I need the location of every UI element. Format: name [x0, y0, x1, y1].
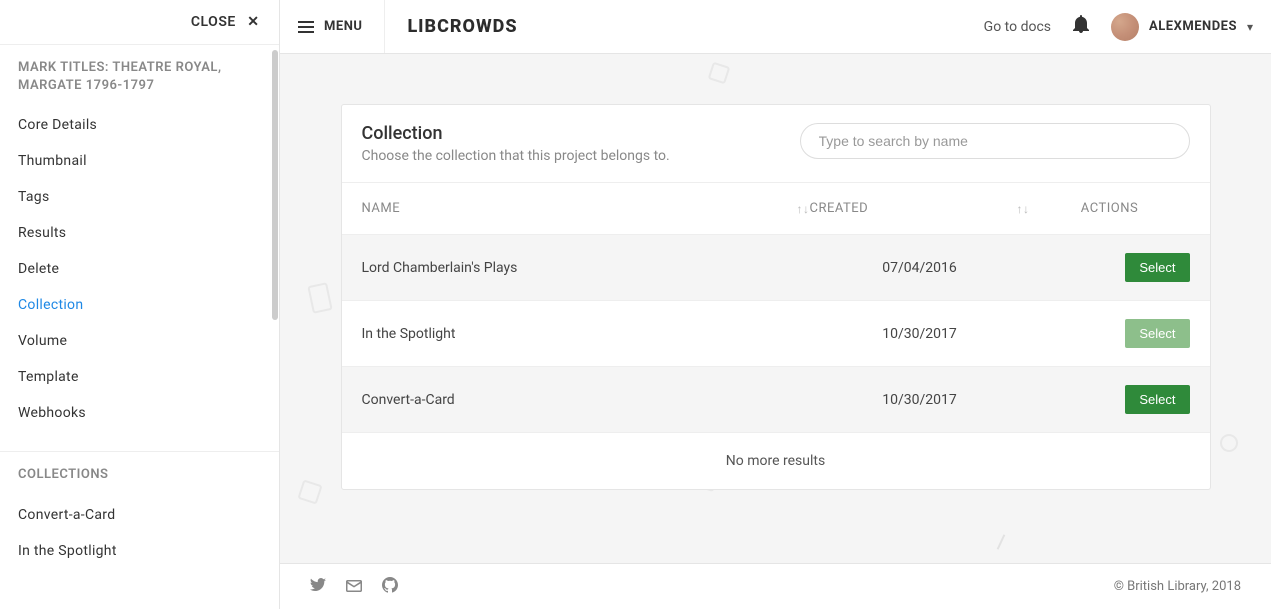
sidebar-collection-item[interactable]: Convert-a-Card	[0, 497, 279, 533]
chevron-down-icon: ▾	[1247, 20, 1253, 34]
sidebar-item[interactable]: Thumbnail	[0, 143, 279, 179]
sidebar-item[interactable]: Core Details	[0, 107, 279, 143]
column-created-label: CREATED	[810, 201, 869, 216]
bell-icon[interactable]	[1073, 15, 1089, 38]
row-created: 10/30/2017	[810, 326, 1030, 342]
table-row: Lord Chamberlain's Plays07/04/2016 Select	[342, 235, 1210, 301]
username: ALEXMENDES	[1149, 19, 1237, 34]
sidebar-item[interactable]: Tags	[0, 179, 279, 215]
email-icon[interactable]	[346, 577, 362, 597]
sort-icon: ↑↓	[1017, 202, 1030, 216]
table-row: Convert-a-Card10/30/2017 Select	[342, 367, 1210, 433]
column-name-label: NAME	[362, 201, 401, 216]
scrollbar[interactable]	[272, 50, 278, 320]
docs-link[interactable]: Go to docs	[984, 19, 1051, 35]
collections-heading: COLLECTIONS	[0, 452, 279, 492]
row-actions: Select	[1030, 319, 1190, 348]
select-button[interactable]: Select	[1125, 385, 1189, 414]
sidebar: CLOSE ✕ MARK TITLES: THEATRE ROYAL, MARG…	[0, 0, 280, 609]
close-label: CLOSE	[191, 14, 236, 30]
card-subtitle: Choose the collection that this project …	[362, 148, 670, 164]
row-name: Convert-a-Card	[362, 392, 810, 408]
brand-logo[interactable]: LIBCROWDS	[407, 16, 517, 37]
sidebar-item[interactable]: Template	[0, 359, 279, 395]
github-icon[interactable]	[382, 577, 398, 597]
content-area: Collection Choose the collection that th…	[280, 54, 1271, 609]
table-row: In the Spotlight10/30/2017 Select	[342, 301, 1210, 367]
sidebar-collections: Convert-a-CardIn the Spotlight	[0, 493, 279, 581]
menu-button[interactable]: MENU	[298, 0, 385, 53]
column-actions-header: ACTIONS	[1030, 201, 1190, 216]
card-header: Collection Choose the collection that th…	[342, 105, 1210, 182]
table-header: NAME ↑↓ CREATED ↑↓ ACTIONS	[342, 183, 1210, 235]
avatar	[1111, 13, 1139, 41]
row-created: 10/30/2017	[810, 392, 1030, 408]
collection-card: Collection Choose the collection that th…	[341, 104, 1211, 490]
select-button[interactable]: Select	[1125, 253, 1189, 282]
hamburger-icon	[298, 21, 314, 33]
twitter-icon[interactable]	[310, 577, 326, 597]
collection-table: NAME ↑↓ CREATED ↑↓ ACTIONS Lord Chamberl…	[342, 182, 1210, 489]
footer: © British Library, 2018	[280, 563, 1271, 609]
menu-label: MENU	[324, 19, 362, 34]
sidebar-item[interactable]: Webhooks	[0, 395, 279, 431]
close-sidebar-button[interactable]: CLOSE ✕	[0, 0, 279, 45]
sidebar-item[interactable]: Results	[0, 215, 279, 251]
project-title: MARK TITLES: THEATRE ROYAL, MARGATE 1796…	[0, 45, 279, 103]
main: MENU LIBCROWDS Go to docs ALEXMENDES ▾	[280, 0, 1271, 609]
column-actions-label: ACTIONS	[1081, 201, 1138, 216]
row-actions: Select	[1030, 253, 1190, 282]
sidebar-item[interactable]: Delete	[0, 251, 279, 287]
sidebar-nav: Core DetailsThumbnailTagsResultsDeleteCo…	[0, 103, 279, 443]
row-actions: Select	[1030, 385, 1190, 414]
card-title: Collection	[362, 123, 670, 144]
column-created-header[interactable]: CREATED ↑↓	[810, 201, 1030, 216]
search-input[interactable]	[800, 123, 1190, 159]
sidebar-item[interactable]: Collection	[0, 287, 279, 323]
select-button[interactable]: Select	[1125, 319, 1189, 348]
row-name: Lord Chamberlain's Plays	[362, 260, 810, 276]
sidebar-item[interactable]: Volume	[0, 323, 279, 359]
close-icon: ✕	[247, 14, 259, 30]
no-more-results: No more results	[342, 433, 1210, 489]
sidebar-collection-item[interactable]: In the Spotlight	[0, 533, 279, 569]
column-name-header[interactable]: NAME ↑↓	[362, 201, 810, 216]
topbar: MENU LIBCROWDS Go to docs ALEXMENDES ▾	[280, 0, 1271, 54]
row-name: In the Spotlight	[362, 326, 810, 342]
row-created: 07/04/2016	[810, 260, 1030, 276]
sort-icon: ↑↓	[797, 202, 810, 216]
footer-copyright: © British Library, 2018	[1114, 579, 1241, 594]
user-menu[interactable]: ALEXMENDES ▾	[1111, 13, 1253, 41]
